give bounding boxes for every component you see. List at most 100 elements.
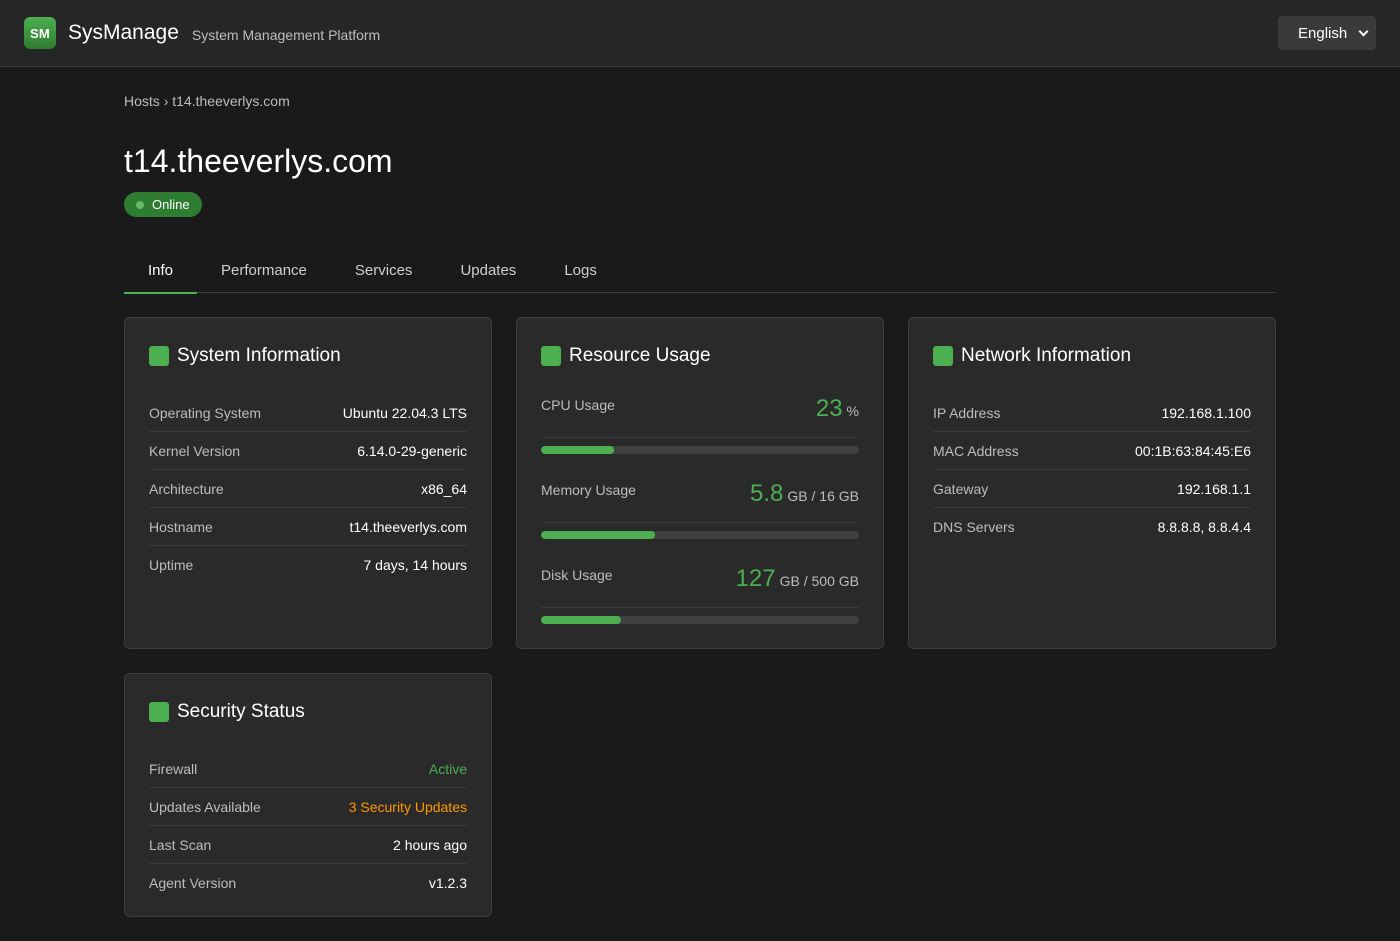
resource-row-header: Memory Usage 5.8 GB / 16 GB bbox=[541, 479, 859, 523]
info-label: Hostname bbox=[149, 518, 213, 535]
updates-available-link[interactable]: 3 Security Updates bbox=[349, 799, 467, 815]
resource-label: CPU Usage bbox=[541, 397, 615, 413]
info-label: Gateway bbox=[933, 480, 989, 497]
info-row: Kernel Version 6.14.0-29-generic bbox=[149, 432, 467, 470]
tab-bar: Info Performance Services Updates Logs bbox=[124, 247, 1276, 294]
chevron-down-icon bbox=[1358, 26, 1369, 37]
info-label: IP Address bbox=[933, 404, 1001, 421]
info-row: Firewall Active bbox=[149, 750, 467, 788]
info-label: Operating System bbox=[149, 404, 262, 421]
network-info-icon bbox=[933, 346, 953, 366]
info-value: x86_64 bbox=[421, 480, 467, 497]
card-title: System Information bbox=[177, 345, 341, 366]
security-status-card: Security Status Firewall Active Updates … bbox=[124, 673, 492, 917]
info-value: 7 days, 14 hours bbox=[363, 557, 467, 573]
card-title: Network Information bbox=[961, 345, 1132, 366]
info-row: Hostname t14.theeverlys.com bbox=[149, 508, 467, 546]
resource-value: 23% bbox=[816, 394, 859, 426]
app-subtitle: System Management Platform bbox=[191, 27, 381, 43]
status-dot-icon bbox=[136, 200, 144, 209]
info-value: 192.168.1.100 bbox=[1161, 404, 1251, 421]
resource-row-header: Disk Usage 127 GB / 500 GB bbox=[541, 564, 859, 608]
info-value: 192.168.1.1 bbox=[1177, 480, 1251, 497]
tab-info[interactable]: Info bbox=[124, 247, 198, 294]
tab-services[interactable]: Services bbox=[331, 247, 437, 293]
breadcrumb-current: t14.theeverlys.com bbox=[172, 93, 290, 109]
system-info-card: System Information Operating System Ubun… bbox=[124, 317, 492, 649]
info-row: Uptime 7 days, 14 hours bbox=[149, 546, 467, 584]
cpu-progress-bar bbox=[541, 446, 859, 454]
info-label: MAC Address bbox=[933, 442, 1019, 459]
resource-big-value: 5.8 bbox=[750, 480, 784, 507]
resource-usage-card: Resource Usage CPU Usage 23% Memory Usag… bbox=[516, 317, 884, 649]
breadcrumb-separator: › bbox=[163, 93, 169, 109]
info-value: 6.14.0-29-generic bbox=[357, 442, 467, 459]
info-value: v1.2.3 bbox=[428, 875, 467, 891]
info-row: Updates Available 3 Security Updates bbox=[149, 788, 467, 826]
info-label: Firewall bbox=[149, 760, 198, 777]
tab-logs[interactable]: Logs bbox=[540, 247, 621, 293]
network-info-card: Network Information IP Address 192.168.1… bbox=[908, 317, 1276, 649]
resource-usage-icon bbox=[541, 346, 561, 366]
info-row: MAC Address 00:1B:63:84:45:E6 bbox=[933, 432, 1251, 470]
cpu-usage-row: CPU Usage 23% bbox=[541, 394, 859, 479]
resource-label: Disk Usage bbox=[541, 567, 613, 583]
resource-unit: GB / 16 GB bbox=[787, 488, 859, 504]
top-bar: SM SysManage System Management Platform … bbox=[0, 0, 1400, 67]
resource-unit: GB / 500 GB bbox=[779, 573, 859, 589]
info-row: Agent Version v1.2.3 bbox=[149, 864, 467, 902]
card-header: System Information bbox=[149, 318, 467, 394]
card-title: Security Status bbox=[177, 701, 305, 722]
resource-big-value: 23 bbox=[815, 395, 843, 422]
info-value: Ubuntu 22.04.3 LTS bbox=[342, 404, 467, 421]
system-info-icon bbox=[149, 346, 169, 366]
resource-value: 5.8 GB / 16 GB bbox=[750, 479, 859, 511]
card-header: Resource Usage bbox=[541, 318, 859, 394]
progress-fill bbox=[541, 446, 615, 454]
info-label: Agent Version bbox=[149, 875, 237, 891]
breadcrumb: Hosts › t14.theeverlys.com bbox=[124, 93, 290, 109]
resource-unit: % bbox=[846, 403, 859, 419]
tab-updates[interactable]: Updates bbox=[436, 247, 540, 293]
memory-usage-row: Memory Usage 5.8 GB / 16 GB bbox=[541, 479, 859, 564]
info-row: IP Address 192.168.1.100 bbox=[933, 394, 1251, 432]
page-title: t14.theeverlys.com bbox=[124, 143, 393, 179]
app-name[interactable]: SysManage bbox=[68, 21, 179, 45]
info-label: DNS Servers bbox=[933, 519, 1015, 535]
memory-progress-bar bbox=[541, 531, 859, 539]
tab-performance[interactable]: Performance bbox=[197, 247, 331, 293]
language-select-value: English bbox=[1298, 24, 1348, 42]
card-header: Security Status bbox=[149, 674, 467, 750]
resource-label: Memory Usage bbox=[541, 482, 636, 498]
app-logo[interactable]: SM bbox=[24, 17, 56, 49]
info-value: 8.8.8.8, 8.8.4.4 bbox=[1157, 519, 1251, 535]
resource-big-value: 127 bbox=[735, 565, 776, 592]
security-status-icon bbox=[149, 702, 169, 722]
info-value: 00:1B:63:84:45:E6 bbox=[1135, 442, 1251, 459]
info-row: Operating System Ubuntu 22.04.3 LTS bbox=[149, 394, 467, 432]
info-label: Last Scan bbox=[149, 836, 212, 853]
card-header: Network Information bbox=[933, 318, 1251, 394]
info-row: DNS Servers 8.8.8.8, 8.8.4.4 bbox=[933, 508, 1251, 546]
progress-fill bbox=[541, 531, 656, 539]
info-value: 2 hours ago bbox=[393, 836, 467, 853]
disk-usage-row: Disk Usage 127 GB / 500 GB bbox=[541, 564, 859, 649]
status-badge-label: Online bbox=[152, 197, 190, 212]
info-label: Uptime bbox=[149, 557, 194, 573]
info-value: t14.theeverlys.com bbox=[349, 518, 468, 535]
firewall-status-value: Active bbox=[428, 760, 467, 777]
resource-value: 127 GB / 500 GB bbox=[736, 564, 859, 596]
card-title: Resource Usage bbox=[569, 345, 711, 366]
resource-row-header: CPU Usage 23% bbox=[541, 394, 859, 438]
breadcrumb-hosts-link[interactable]: Hosts bbox=[124, 93, 160, 109]
progress-fill bbox=[541, 616, 621, 624]
info-label: Architecture bbox=[149, 480, 224, 497]
info-row: Last Scan 2 hours ago bbox=[149, 826, 467, 864]
info-label: Kernel Version bbox=[149, 442, 241, 459]
language-select[interactable]: English bbox=[1278, 16, 1376, 50]
info-row: Architecture x86_64 bbox=[149, 470, 467, 508]
info-label: Updates Available bbox=[149, 798, 261, 815]
info-row: Gateway 192.168.1.1 bbox=[933, 470, 1251, 508]
disk-progress-bar bbox=[541, 616, 859, 624]
status-badge: Online bbox=[124, 192, 202, 217]
